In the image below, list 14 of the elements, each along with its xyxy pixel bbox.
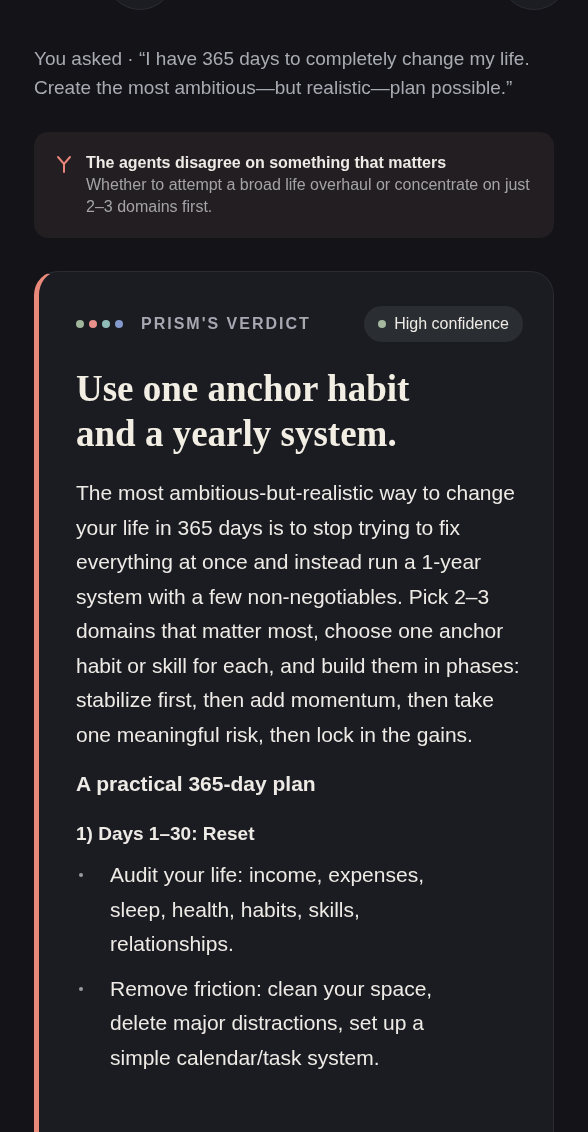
bullet-icon — [79, 986, 83, 991]
disagreement-detail: Whether to attempt a broad life overhaul or concentrate on just 2–3 domains first. — [86, 175, 531, 217]
question-text: You asked · “I have 365 days to completely change my life. Create the most ambitious—but realistic—plan possible.” — [34, 47, 531, 100]
confidence-text: High confidence — [394, 314, 509, 334]
disagreement-title: The agents disagree on something that matters — [86, 153, 448, 173]
bullet-text: Remove friction: clean your space, delete major distractions, set up a simple calendar/task system. — [110, 975, 434, 1071]
verdict-title: Use one anchor habit and a yearly system. — [76, 367, 411, 456]
phase-heading: 1) Days 1–30: Reset — [76, 821, 256, 846]
verdict-label: PRISM'S VERDICT — [141, 314, 311, 334]
bullet-icon — [79, 873, 83, 877]
verdict-summary: The most ambitious-but-realistic way to change your life in 365 days is to stop trying to fix everything at once and instead run a 1-year system with a few non-negotiables. Pick 2–3 domains that matter most, choose one anchor habit or skill for each, and build them in phases: stabilize first, then add momentum, then take one meaningful risk, then lock in the gains. — [76, 480, 521, 748]
bullet-text: Audit your life: income, expenses, sleep, health, habits, skills, relationships. — [110, 862, 425, 957]
plan-heading: A practical 365-day plan — [76, 771, 317, 797]
fork-icon — [56, 155, 72, 173]
